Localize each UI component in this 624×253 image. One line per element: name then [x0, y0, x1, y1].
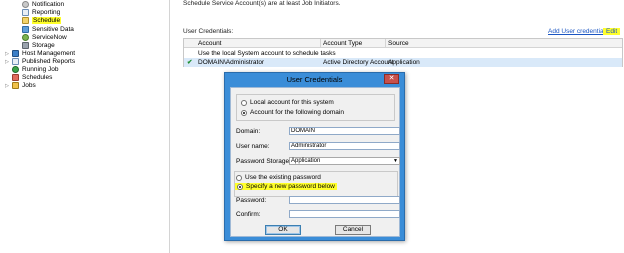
dialog-title: User Credentials: [286, 75, 343, 84]
gear-icon: [22, 1, 29, 8]
running-job-icon: [12, 66, 19, 73]
tree-item-jobs[interactable]: ▷ Jobs: [4, 81, 36, 90]
column-header-account[interactable]: Account: [198, 39, 222, 48]
checkmark-icon: ✔: [187, 59, 193, 66]
calendar-icon: [12, 74, 19, 81]
local-account-radio[interactable]: Local account for this system: [241, 99, 334, 106]
expand-arrow-icon[interactable]: ▷: [4, 83, 10, 89]
tree-item-label: Jobs: [22, 82, 36, 89]
tree-item-label: Sensitive Data: [32, 26, 74, 33]
radio-off-icon: [241, 99, 247, 106]
domain-account-radio[interactable]: Account for the following domain: [241, 109, 344, 116]
radio-on-icon: [237, 183, 243, 190]
username-field[interactable]: [289, 142, 400, 150]
password-label: Password:: [236, 197, 267, 204]
account-cell: Use the local System account to schedule…: [198, 50, 336, 57]
database-icon: [22, 26, 29, 33]
domain-label: Domain:: [236, 128, 261, 135]
credentials-table: Account Account Type Source Use the loca…: [183, 38, 623, 67]
info-note: Schedule Service Account(s) are at least…: [183, 0, 341, 7]
account-cell: DOMAIN\Administrator: [198, 59, 265, 66]
edit-link[interactable]: Edit: [603, 28, 621, 35]
username-label: User name:: [236, 143, 270, 150]
published-reports-icon: [12, 58, 19, 65]
tree-item-label: Running Job: [22, 66, 59, 73]
account-type-cell: Active Directory Account: [323, 59, 394, 66]
select-value: Application: [291, 158, 321, 164]
new-password-radio[interactable]: Specify a new password below: [235, 183, 337, 190]
tree-item-schedule[interactable]: Schedule: [22, 16, 62, 25]
radio-label: Use the existing password: [245, 174, 321, 181]
chevron-down-icon: ▼: [393, 158, 398, 164]
table-header: Account Account Type Source: [184, 39, 622, 48]
column-header-account-type[interactable]: Account Type: [323, 39, 362, 48]
password-storage-label: Password Storage:: [236, 158, 291, 165]
navigation-tree: Notification Reporting Schedule Sensitiv…: [0, 0, 170, 253]
tree-item-label: Schedules: [22, 74, 53, 81]
radio-label: Specify a new password below: [246, 183, 335, 190]
host-icon: [12, 50, 19, 57]
radio-on-icon: [241, 109, 247, 116]
confirm-password-field[interactable]: [289, 210, 400, 218]
add-user-credential-link[interactable]: Add User credential: [548, 28, 605, 35]
table-row[interactable]: ✔ DOMAIN\Administrator Active Directory …: [184, 58, 622, 67]
jobs-icon: [12, 82, 19, 89]
column-header-source[interactable]: Source: [388, 39, 409, 48]
domain-field[interactable]: [289, 127, 400, 135]
tree-item-label: Notification: [32, 1, 65, 8]
tree-item-label: ServiceNow: [32, 34, 67, 41]
radio-label: Local account for this system: [250, 99, 334, 106]
expand-arrow-icon[interactable]: ▷: [4, 51, 10, 57]
tree-item-label: Reporting: [32, 9, 61, 16]
table-row[interactable]: Use the local System account to schedule…: [184, 49, 622, 58]
user-credentials-dialog: User Credentials ✕ Local account for thi…: [224, 72, 405, 241]
confirm-label: Confirm:: [236, 211, 261, 218]
source-cell: Application: [388, 59, 420, 66]
password-storage-select[interactable]: Application ▼: [289, 157, 400, 165]
tree-item-label: Host Management: [22, 50, 76, 57]
servicenow-icon: [22, 34, 29, 41]
close-button[interactable]: ✕: [384, 74, 399, 84]
cancel-button[interactable]: Cancel: [335, 225, 371, 235]
report-icon: [22, 9, 29, 16]
dialog-body: Local account for this system Account fo…: [230, 87, 400, 237]
password-field[interactable]: [289, 196, 400, 204]
tree-item-label: Storage: [32, 42, 55, 49]
radio-off-icon: [236, 174, 242, 181]
storage-icon: [22, 42, 29, 49]
credentials-label: User Credentials:: [183, 28, 234, 35]
expand-arrow-icon[interactable]: ▷: [4, 59, 10, 65]
tree-item-label: Published Reports: [22, 58, 76, 65]
existing-password-radio[interactable]: Use the existing password: [236, 174, 321, 181]
ok-button[interactable]: OK: [265, 225, 301, 235]
tree-item-label: Schedule: [32, 17, 62, 24]
radio-label: Account for the following domain: [250, 109, 344, 116]
schedule-icon: [22, 17, 29, 24]
